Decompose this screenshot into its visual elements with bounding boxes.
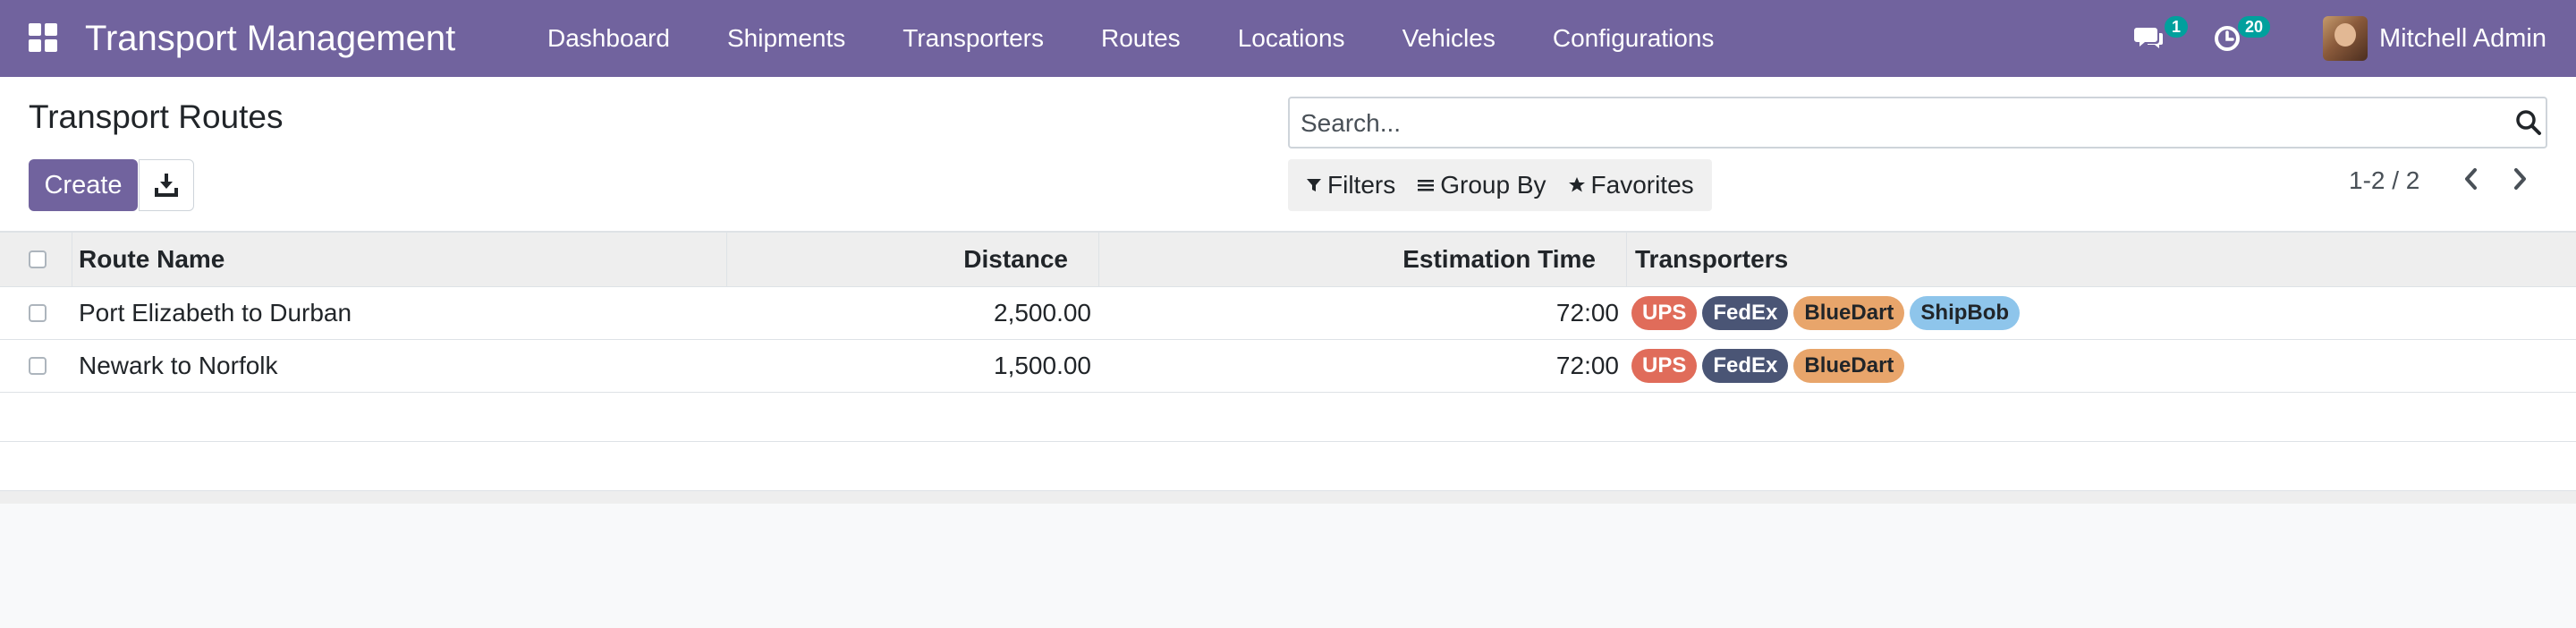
search-options-bar: Filters Group By Favorites [1288, 159, 1712, 211]
favorites-button[interactable]: Favorites [1557, 159, 1705, 211]
header-route-name[interactable]: Route Name [79, 233, 225, 286]
search-icon[interactable] [2515, 109, 2542, 136]
list-icon [1418, 180, 1435, 191]
top-navbar: Transport Management Dashboard Shipments… [0, 0, 2576, 77]
menu-item-transporters[interactable]: Transporters [874, 0, 1072, 77]
activities-badge: 20 [2238, 16, 2271, 38]
transporter-tag-bluedart[interactable]: BlueDart [1793, 349, 1905, 383]
download-icon [155, 174, 178, 197]
transporter-tag-bluedart[interactable]: BlueDart [1793, 296, 1905, 330]
main-menu: Dashboard Shipments Transporters Routes … [519, 0, 1742, 77]
header-transporters[interactable]: Transporters [1635, 233, 1788, 286]
messages-badge: 1 [2165, 16, 2189, 38]
transporters-tags: UPS FedEx BlueDart [1631, 340, 1905, 392]
transporter-tag-shipbob[interactable]: ShipBob [1910, 296, 2021, 330]
distance[interactable]: 1,500.00 [726, 340, 1091, 392]
pager-value[interactable]: 1-2 / 2 [2349, 166, 2419, 195]
header-distance[interactable]: Distance [726, 233, 1068, 286]
filters-label: Filters [1327, 171, 1396, 199]
control-panel: Transport Routes Create Filters [0, 77, 2576, 233]
menu-item-locations[interactable]: Locations [1209, 0, 1374, 77]
table-row[interactable]: Port Elizabeth to Durban 2,500.00 72:00 … [0, 287, 2576, 340]
table-footer [0, 491, 2576, 504]
menu-item-routes[interactable]: Routes [1072, 0, 1209, 77]
menu-item-shipments[interactable]: Shipments [699, 0, 874, 77]
chat-icon [2134, 28, 2163, 48]
group-by-label: Group By [1440, 171, 1546, 199]
route-name[interactable]: Newark to Norfolk [79, 340, 278, 392]
estimation-time[interactable]: 72:00 [1098, 287, 1619, 339]
star-icon [1568, 177, 1585, 192]
create-button[interactable]: Create [29, 159, 138, 211]
transporters-tags: UPS FedEx BlueDart ShipBob [1631, 287, 2021, 339]
table-header: Route Name Distance Estimation Time Tran… [0, 233, 2576, 287]
messages-button[interactable]: 1 [2134, 0, 2189, 77]
menu-item-dashboard[interactable]: Dashboard [519, 0, 699, 77]
search-box [1288, 97, 2547, 149]
chevron-right-icon[interactable] [2506, 163, 2533, 195]
routes-table: Route Name Distance Estimation Time Tran… [0, 233, 2576, 504]
app-title[interactable]: Transport Management [85, 0, 455, 77]
transporter-tag-fedex[interactable]: FedEx [1702, 296, 1789, 330]
menu-item-vehicles[interactable]: Vehicles [1374, 0, 1524, 77]
user-avatar[interactable] [2323, 16, 2368, 61]
page-title: Transport Routes [29, 98, 284, 135]
activities-button[interactable]: 20 [2213, 0, 2271, 77]
distance[interactable]: 2,500.00 [726, 287, 1091, 339]
transporter-tag-fedex[interactable]: FedEx [1702, 349, 1789, 383]
filter-icon [1307, 179, 1321, 191]
select-all-checkbox[interactable] [29, 250, 47, 268]
empty-row [0, 442, 2576, 491]
chevron-left-icon[interactable] [2458, 163, 2485, 195]
transporter-tag-ups[interactable]: UPS [1631, 296, 1698, 330]
estimation-time[interactable]: 72:00 [1098, 340, 1619, 392]
transporter-tag-ups[interactable]: UPS [1631, 349, 1698, 383]
row-checkbox[interactable] [29, 357, 47, 375]
user-name[interactable]: Mitchell Admin [2379, 0, 2546, 77]
header-estimation-time[interactable]: Estimation Time [1098, 233, 1596, 286]
search-input[interactable] [1299, 98, 2483, 149]
apps-menu-icon[interactable] [29, 23, 59, 54]
group-by-button[interactable]: Group By [1406, 159, 1556, 211]
table-row[interactable]: Newark to Norfolk 1,500.00 72:00 UPS FedE… [0, 340, 2576, 393]
select-all-cell [29, 233, 47, 286]
row-checkbox[interactable] [29, 304, 47, 322]
export-button[interactable] [139, 159, 194, 211]
empty-row [0, 393, 2576, 442]
route-name[interactable]: Port Elizabeth to Durban [79, 287, 352, 339]
filters-button[interactable]: Filters [1295, 159, 1406, 211]
menu-item-configurations[interactable]: Configurations [1524, 0, 1743, 77]
favorites-label: Favorites [1590, 171, 1694, 199]
